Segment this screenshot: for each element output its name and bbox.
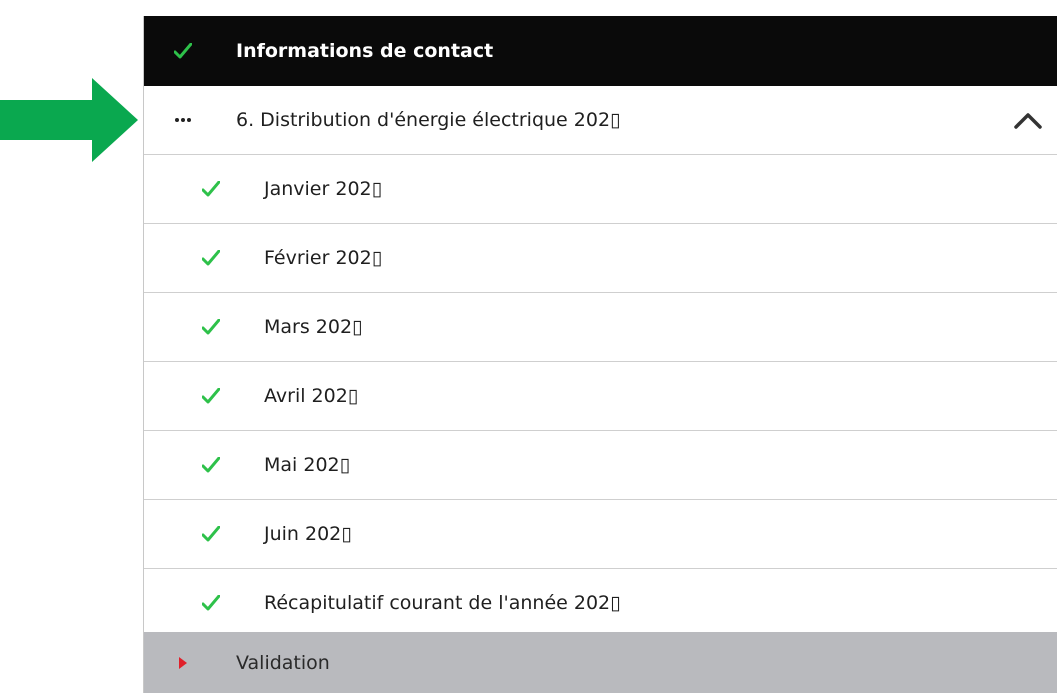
substep-avril[interactable]: Avril 202▯ <box>144 362 1057 431</box>
step-validation[interactable]: Validation <box>144 632 1057 693</box>
check-icon <box>200 178 222 200</box>
check-icon <box>200 454 222 476</box>
ellipsis-icon <box>172 109 194 131</box>
step-label: Informations de contact <box>236 40 494 62</box>
step-label: Validation <box>236 651 330 674</box>
substep-label: Février 202▯ <box>264 247 383 269</box>
step-label: 6. Distribution d'énergie électrique 202… <box>236 109 621 131</box>
substep-label: Avril 202▯ <box>264 385 359 407</box>
chevron-up-icon[interactable] <box>1013 110 1043 130</box>
substep-label: Mai 202▯ <box>264 454 351 476</box>
substep-recapitulatif[interactable]: Récapitulatif courant de l'année 202▯ <box>144 569 1057 638</box>
step-informations-de-contact[interactable]: Informations de contact <box>144 16 1057 86</box>
check-icon <box>200 385 222 407</box>
substep-fevrier[interactable]: Février 202▯ <box>144 224 1057 293</box>
check-icon <box>200 523 222 545</box>
substep-label: Mars 202▯ <box>264 316 363 338</box>
arrow-right-icon <box>0 78 138 162</box>
step-distribution-energie[interactable]: 6. Distribution d'énergie électrique 202… <box>144 86 1057 155</box>
check-icon <box>200 247 222 269</box>
substep-label: Juin 202▯ <box>264 523 352 545</box>
caret-right-icon <box>172 652 194 674</box>
substep-janvier[interactable]: Janvier 202▯ <box>144 155 1057 224</box>
substep-label: Récapitulatif courant de l'année 202▯ <box>264 592 621 614</box>
check-icon <box>172 40 194 62</box>
substep-mars[interactable]: Mars 202▯ <box>144 293 1057 362</box>
check-icon <box>200 592 222 614</box>
substep-mai[interactable]: Mai 202▯ <box>144 431 1057 500</box>
substep-juin[interactable]: Juin 202▯ <box>144 500 1057 569</box>
substep-label: Janvier 202▯ <box>264 178 383 200</box>
check-icon <box>200 316 222 338</box>
step-navigation-panel: Informations de contact 6. Distribution … <box>143 16 1057 693</box>
